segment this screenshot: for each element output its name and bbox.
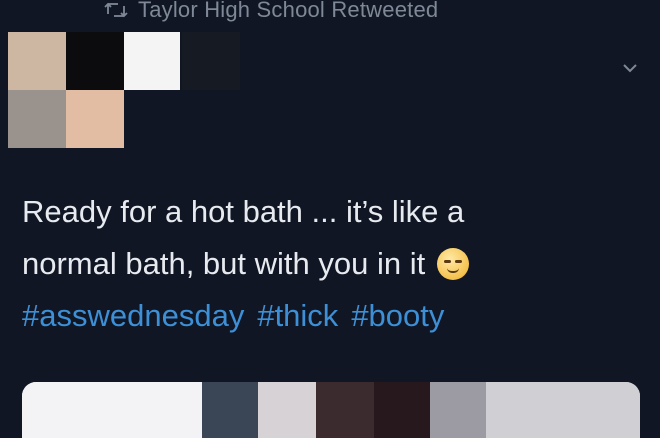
hashtag-list: #asswednesday #thick #booty: [22, 290, 642, 342]
hashtag-booty[interactable]: #booty: [351, 290, 444, 342]
tweet-line-2-text: normal bath, but with you in it: [22, 246, 426, 281]
chevron-down-icon: [623, 63, 637, 72]
tweet-line-2: normal bath, but with you in it: [22, 238, 642, 290]
tweet-screen: Taylor High School Retweeted Ready for a…: [0, 0, 660, 438]
smirking-face-emoji-icon: [437, 248, 470, 280]
hashtag-asswednesday[interactable]: #asswednesday: [22, 290, 244, 342]
tweet-text: Ready for a hot bath ... it’s like a nor…: [22, 186, 642, 342]
retweet-icon: [104, 2, 128, 18]
hashtag-thick[interactable]: #thick: [257, 290, 338, 342]
tweet-media-preview[interactable]: [22, 382, 640, 438]
tweet-line-1: Ready for a hot bath ... it’s like a: [22, 194, 465, 229]
avatar[interactable]: [8, 32, 244, 150]
tweet-menu-button[interactable]: [618, 56, 642, 80]
retweet-text: Taylor High School Retweeted: [138, 0, 439, 22]
retweet-context[interactable]: Taylor High School Retweeted: [104, 0, 438, 23]
